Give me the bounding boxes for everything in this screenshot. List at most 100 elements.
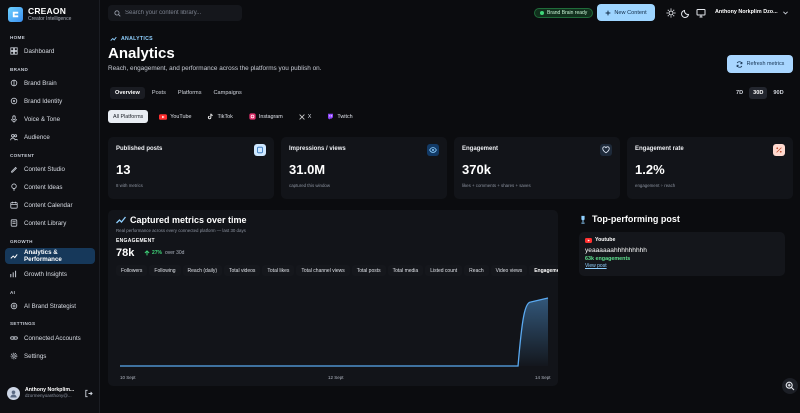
- sidebar-item-label: Audience: [24, 133, 50, 141]
- user-profile[interactable]: Anthony Norkplim... dzormenyoanthony@...: [7, 384, 93, 402]
- brand-brain-status-badge: Brand Brain ready: [534, 8, 594, 18]
- x-tick-label: 12 Sept: [328, 375, 344, 380]
- metric-tab-engagement[interactable]: Engagement: [529, 265, 558, 276]
- metric-tab-following[interactable]: Following: [149, 265, 181, 276]
- page-title: Analytics: [108, 45, 175, 62]
- metric-card-engagement-rate: Engagement rate 1.2% engagement ÷ reach: [627, 137, 793, 199]
- tab-overview[interactable]: Overview: [110, 87, 145, 99]
- metric-tab-followers[interactable]: Followers: [116, 265, 148, 276]
- range-7d[interactable]: 7D: [732, 87, 747, 99]
- monitor-icon[interactable]: [695, 7, 706, 18]
- chevron-down-icon[interactable]: [780, 7, 791, 18]
- top-post-platform-label: Youtube: [595, 237, 616, 243]
- sidebar-item-label: Content Calendar: [24, 201, 73, 209]
- metric-tabs: Followers Following Reach (daily) Total …: [116, 265, 558, 276]
- card-value: 13: [116, 162, 131, 177]
- nav-section-content: CONTENT: [10, 153, 35, 158]
- sidebar-item-content-calendar[interactable]: Content Calendar: [5, 197, 95, 213]
- platform-twitch[interactable]: Twitch: [322, 110, 357, 123]
- logout-icon[interactable]: [84, 389, 93, 398]
- metric-change-period: over 30d: [165, 250, 185, 256]
- sidebar-item-label: Growth Insights: [24, 270, 67, 278]
- heart-icon: [600, 144, 612, 156]
- theme-toggle-sun-icon[interactable]: [665, 7, 676, 18]
- platform-instagram[interactable]: Instagram: [244, 110, 288, 123]
- x-logo-icon: [299, 113, 305, 120]
- link-icon: [10, 336, 18, 340]
- nav-section-settings: SETTINGS: [10, 321, 36, 326]
- avatar: [7, 386, 20, 400]
- zoom-in-icon: [785, 381, 795, 391]
- sidebar-item-audience[interactable]: Audience: [5, 129, 95, 145]
- user-email: dzormenyoanthony@...: [25, 393, 72, 398]
- range-selector: 7D 30D 90D: [732, 87, 788, 99]
- identity-icon: [10, 97, 18, 105]
- metric-tab-total-likes[interactable]: Total likes: [262, 265, 295, 276]
- sidebar-item-label: Content Library: [24, 219, 67, 227]
- range-90d[interactable]: 90D: [769, 87, 787, 99]
- card-footnote: captured this window: [289, 183, 331, 188]
- sidebar-item-ai-strategist[interactable]: AI Brand Strategist: [5, 298, 95, 314]
- sidebar-item-settings[interactable]: Settings: [5, 348, 95, 364]
- card-title: Engagement rate: [635, 146, 684, 152]
- sidebar-item-voice-tone[interactable]: Voice & Tone: [5, 111, 95, 127]
- metric-tab-total-media[interactable]: Total media: [387, 265, 424, 276]
- platform-all[interactable]: All Platforms: [108, 110, 149, 123]
- range-30d[interactable]: 30D: [749, 87, 768, 99]
- posts-icon: [254, 144, 266, 156]
- new-content-label: New Content: [614, 9, 647, 16]
- engagement-area-chart: [119, 297, 549, 367]
- tab-platforms[interactable]: Platforms: [173, 87, 207, 99]
- moon-icon[interactable]: [680, 7, 691, 18]
- sidebar-item-label: Settings: [24, 352, 47, 360]
- metric-tab-listed-count[interactable]: Listed count: [425, 265, 463, 276]
- card-title: Published posts: [116, 146, 163, 152]
- voice-icon: [11, 115, 17, 123]
- search-input[interactable]: [125, 10, 235, 16]
- analytics-icon: [110, 36, 117, 41]
- sidebar-item-analytics[interactable]: Analytics & Performance: [5, 248, 95, 264]
- dashboard-icon: [10, 47, 18, 55]
- trophy-icon: [581, 215, 585, 224]
- platform-youtube[interactable]: YouTube: [154, 110, 196, 123]
- metric-tab-total-posts[interactable]: Total posts: [351, 265, 386, 276]
- metric-tab-video-views[interactable]: Video views: [490, 265, 528, 276]
- metric-tab-reach-daily[interactable]: Reach (daily): [182, 265, 222, 276]
- page-eyebrow: ANALYTICS: [110, 35, 153, 42]
- zoom-button[interactable]: [782, 378, 798, 394]
- top-post-title: Top-performing post: [592, 214, 680, 224]
- tab-posts[interactable]: Posts: [147, 87, 171, 99]
- view-post-link[interactable]: View post: [585, 263, 607, 269]
- metric-card-impressions: Impressions / views 31.0M captured this …: [281, 137, 447, 199]
- ai-icon: [10, 302, 18, 310]
- tab-campaigns[interactable]: Campaigns: [209, 87, 247, 99]
- brand[interactable]: CREAON Creator Intelligence: [8, 7, 71, 22]
- sidebar-item-content-library[interactable]: Content Library: [5, 215, 95, 231]
- metric-tab-total-videos[interactable]: Total videos: [224, 265, 261, 276]
- platform-x[interactable]: X: [294, 110, 317, 123]
- new-content-button[interactable]: New Content: [597, 4, 655, 21]
- sidebar-item-connected-accounts[interactable]: Connected Accounts: [5, 330, 95, 346]
- sidebar-item-content-ideas[interactable]: Content Ideas: [5, 179, 95, 195]
- sidebar-item-dashboard[interactable]: Dashboard: [5, 43, 95, 59]
- metric-tab-reach[interactable]: Reach: [464, 265, 489, 276]
- metric-change-value: 27%: [152, 250, 163, 256]
- topbar-user-name[interactable]: Anthony Norkplim Dzo...: [715, 9, 778, 15]
- top-post-engagement: 63k engagements: [585, 256, 631, 262]
- search-bar[interactable]: [108, 5, 242, 21]
- metric-tab-total-channel-views[interactable]: Total channel views: [296, 265, 350, 276]
- trend-icon: [116, 216, 126, 224]
- sidebar-item-brand-identity[interactable]: Brand Identity: [5, 93, 95, 109]
- settings-icon: [10, 352, 18, 360]
- platform-tiktok[interactable]: TikTok: [202, 110, 237, 123]
- sidebar-item-content-studio[interactable]: Content Studio: [5, 161, 95, 177]
- nav-section-ai: AI: [10, 290, 16, 295]
- sidebar-item-brand-brain[interactable]: Brand Brain: [5, 75, 95, 91]
- top-post-card[interactable]: Youtube yeaaaaaahhhhhhhhh 63k engagement…: [579, 232, 785, 276]
- sidebar-item-growth-insights[interactable]: Growth Insights: [5, 266, 95, 282]
- platform-label: Instagram: [258, 113, 283, 120]
- x-tick-label: 14 Sept: [535, 375, 551, 380]
- refresh-metrics-button[interactable]: Refresh metrics: [727, 55, 793, 73]
- search-icon: [114, 9, 121, 17]
- arrow-up-icon: [144, 250, 150, 256]
